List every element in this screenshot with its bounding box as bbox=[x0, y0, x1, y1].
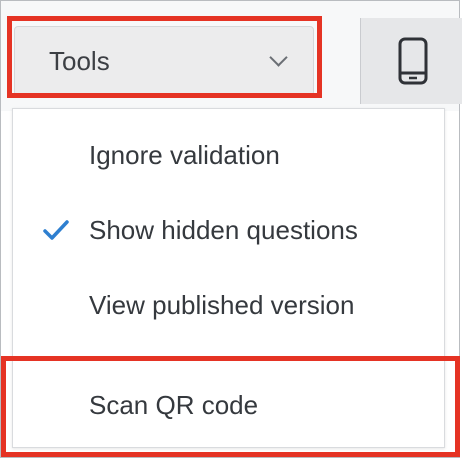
menu-item-ignore-validation[interactable]: Ignore validation bbox=[13, 119, 444, 191]
menu-divider bbox=[13, 357, 444, 358]
mobile-phone-icon bbox=[398, 37, 428, 85]
menu-item-view-published-version[interactable]: View published version bbox=[13, 269, 444, 341]
mobile-preview-button[interactable] bbox=[360, 18, 462, 104]
menu-item-label: Show hidden questions bbox=[89, 214, 358, 245]
menu-item-label: Ignore validation bbox=[89, 139, 280, 170]
menu-item-label: Scan QR code bbox=[89, 389, 259, 420]
checkmark-icon bbox=[43, 220, 69, 240]
menu-item-scan-qr-code[interactable]: Scan QR code bbox=[13, 369, 444, 441]
tools-dropdown-button[interactable]: Tools bbox=[14, 26, 314, 96]
tools-dropdown-label: Tools bbox=[49, 45, 110, 76]
menu-item-show-hidden-questions[interactable]: Show hidden questions bbox=[13, 194, 444, 266]
tools-menu: Ignore validation Show hidden questions … bbox=[12, 108, 445, 448]
chevron-down-icon bbox=[269, 47, 288, 67]
menu-item-label: View published version bbox=[89, 289, 355, 320]
